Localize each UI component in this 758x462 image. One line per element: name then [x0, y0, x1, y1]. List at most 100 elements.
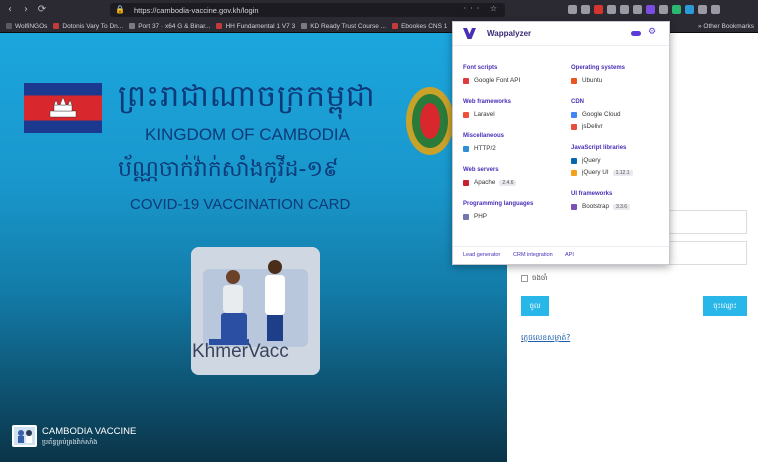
- technology-name: PHP: [474, 213, 487, 220]
- extension-icon[interactable]: [698, 5, 707, 14]
- bookmark-item[interactable]: Dotonis Vary To Dn...: [53, 23, 123, 30]
- kingdom-title: KINGDOM OF CAMBODIA: [145, 125, 350, 144]
- bookmark-item[interactable]: Ebookes CNS 1: [392, 23, 447, 30]
- footer-brand-title: CAMBODIA VACCINE: [42, 426, 137, 437]
- technology-name: jQuery: [582, 157, 601, 164]
- technology-icon: [571, 157, 577, 164]
- popup-title: Wappalyzer: [487, 29, 532, 38]
- browser-window: ‹ › ⟳ 🔒 https://cambodia-vaccine.gov.kh/…: [0, 0, 758, 462]
- technology-item[interactable]: Laravel: [463, 111, 495, 118]
- bookmark-favicon-icon: [392, 23, 399, 29]
- browser-toolbar: ‹ › ⟳ 🔒 https://cambodia-vaccine.gov.kh/…: [0, 0, 758, 20]
- technology-name: Laravel: [474, 111, 495, 118]
- extension-icon[interactable]: [568, 5, 577, 14]
- category-heading: Programming languages: [463, 201, 534, 207]
- bookmark-favicon-icon: [216, 23, 223, 29]
- category-heading: Web frameworks: [463, 99, 511, 105]
- bookmark-favicon-icon: [53, 23, 60, 29]
- technology-item[interactable]: jsDelivr: [571, 123, 603, 130]
- extension-icon[interactable]: [685, 5, 694, 14]
- toggle-switch[interactable]: [631, 31, 641, 36]
- category-heading: Font scripts: [463, 65, 498, 71]
- technology-name: jQuery UI: [582, 169, 609, 176]
- technology-icon: [571, 77, 577, 84]
- technology-item[interactable]: Ubuntu: [571, 77, 602, 84]
- footer-logo-icon: [12, 425, 37, 447]
- bookmark-label: Ebookes CNS 1: [401, 22, 448, 30]
- technology-icon: [463, 213, 469, 220]
- extension-icon[interactable]: [607, 5, 616, 14]
- register-button[interactable]: ចុះឈ្មោះ: [703, 296, 747, 316]
- url-bar[interactable]: 🔒 https://cambodia-vaccine.gov.kh/login …: [110, 3, 505, 17]
- version-badge: 1.12.1: [612, 169, 633, 176]
- bookmark-label: Dotonis Vary To Dn...: [62, 22, 124, 30]
- forward-button[interactable]: ›: [20, 4, 32, 16]
- technology-item[interactable]: PHP: [463, 213, 487, 220]
- footer-link[interactable]: CRM integration: [513, 252, 553, 258]
- category-heading: Operating systems: [571, 65, 626, 71]
- bookmark-label: KD Ready Trust Course ...: [310, 22, 387, 30]
- forgot-password-link[interactable]: ភ្លេចលេខសម្ងាត់?: [521, 333, 570, 344]
- reload-button[interactable]: ⟳: [36, 4, 48, 16]
- technology-item[interactable]: jQuery UI 1.12.1: [571, 169, 633, 176]
- technology-item[interactable]: Google Cloud: [571, 111, 621, 118]
- technology-item[interactable]: Apache 2.4.6: [463, 179, 517, 186]
- logo-wordmark: KhmerVacc: [192, 341, 289, 362]
- technology-icon: [463, 77, 469, 84]
- extension-icon[interactable]: [581, 5, 590, 14]
- bookmark-item[interactable]: KD Ready Trust Course ...: [301, 23, 386, 30]
- bookmark-item[interactable]: HH Fundamental 1 V7 3: [216, 23, 295, 30]
- technology-name: Google Font API: [474, 77, 521, 84]
- extension-icon[interactable]: [620, 5, 629, 14]
- technology-name: Bootstrap: [582, 203, 609, 210]
- technology-icon: [463, 111, 469, 118]
- version-badge: 3.3.6: [612, 203, 631, 210]
- technology-icon: [571, 169, 577, 176]
- technology-item[interactable]: Bootstrap 3.3.6: [571, 203, 631, 210]
- url-actions[interactable]: ··· ☆: [464, 4, 501, 13]
- technology-name: Google Cloud: [582, 111, 621, 118]
- ministry-emblem-icon: [406, 87, 454, 155]
- technology-name: Apache: [474, 179, 496, 186]
- technology-name: jsDelivr: [582, 123, 603, 130]
- technology-item[interactable]: HTTP/2: [463, 145, 496, 152]
- bookmark-label: HH Fundamental 1 V7 3: [225, 22, 296, 30]
- login-button[interactable]: ចូល: [521, 296, 549, 316]
- bookmark-item[interactable]: WolfiNGOs: [6, 23, 47, 30]
- technology-icon: [463, 145, 469, 152]
- remember-checkbox[interactable]: [521, 275, 528, 282]
- technology-item[interactable]: Google Font API: [463, 77, 520, 84]
- bookmark-label: WolfiNGOs: [15, 22, 48, 30]
- gear-icon[interactable]: ⚙: [648, 27, 656, 37]
- remember-label: ចងចាំ: [532, 274, 548, 282]
- category-heading: CDN: [571, 99, 584, 105]
- other-bookmarks[interactable]: » Other Bookmarks: [698, 23, 754, 30]
- wappalyzer-popup: Wappalyzer ⚙ Font scripts Google Font API…: [452, 21, 670, 265]
- extension-icon[interactable]: [633, 5, 642, 14]
- category-heading: Miscellaneous: [463, 133, 505, 139]
- technology-name: HTTP/2: [474, 145, 496, 152]
- category-heading: JavaScript libraries: [571, 145, 627, 151]
- extension-icon[interactable]: [646, 5, 655, 14]
- category-heading: UI frameworks: [571, 191, 613, 197]
- popup-footer: Lead generator CRM integration API: [453, 246, 669, 265]
- footer-brand-subtitle: ប្រព័ន្ធគ្រប់គ្រងវ៉ាក់សាំង: [42, 438, 98, 446]
- footer-link[interactable]: API: [565, 252, 574, 258]
- extension-icon[interactable]: [594, 5, 603, 14]
- technology-name: Ubuntu: [582, 77, 603, 84]
- technology-icon: [571, 111, 577, 118]
- url-text[interactable]: https://cambodia-vaccine.gov.kh/login: [134, 6, 259, 15]
- bookmark-favicon-icon: [129, 23, 136, 29]
- khmer-kingdom-title: ព្រះរាជាណាចក្រកម្ពុជា: [118, 79, 376, 114]
- wappalyzer-logo-icon: [463, 28, 476, 39]
- bookmark-item[interactable]: Port 37 · x64 G & Binar...: [129, 23, 210, 30]
- footer-link[interactable]: Lead generator: [463, 252, 500, 258]
- hero-panel: ព្រះរាជាណាចក្រកម្ពុជា KINGDOM OF CAMBODI…: [0, 33, 507, 462]
- extension-icon[interactable]: [672, 5, 681, 14]
- technology-item[interactable]: jQuery: [571, 157, 601, 164]
- technology-icon: [571, 123, 577, 130]
- extension-icon[interactable]: [711, 5, 720, 14]
- back-button[interactable]: ‹: [4, 4, 16, 16]
- extension-icon[interactable]: [659, 5, 668, 14]
- card-title: COVID-19 VACCINATION CARD: [130, 196, 351, 213]
